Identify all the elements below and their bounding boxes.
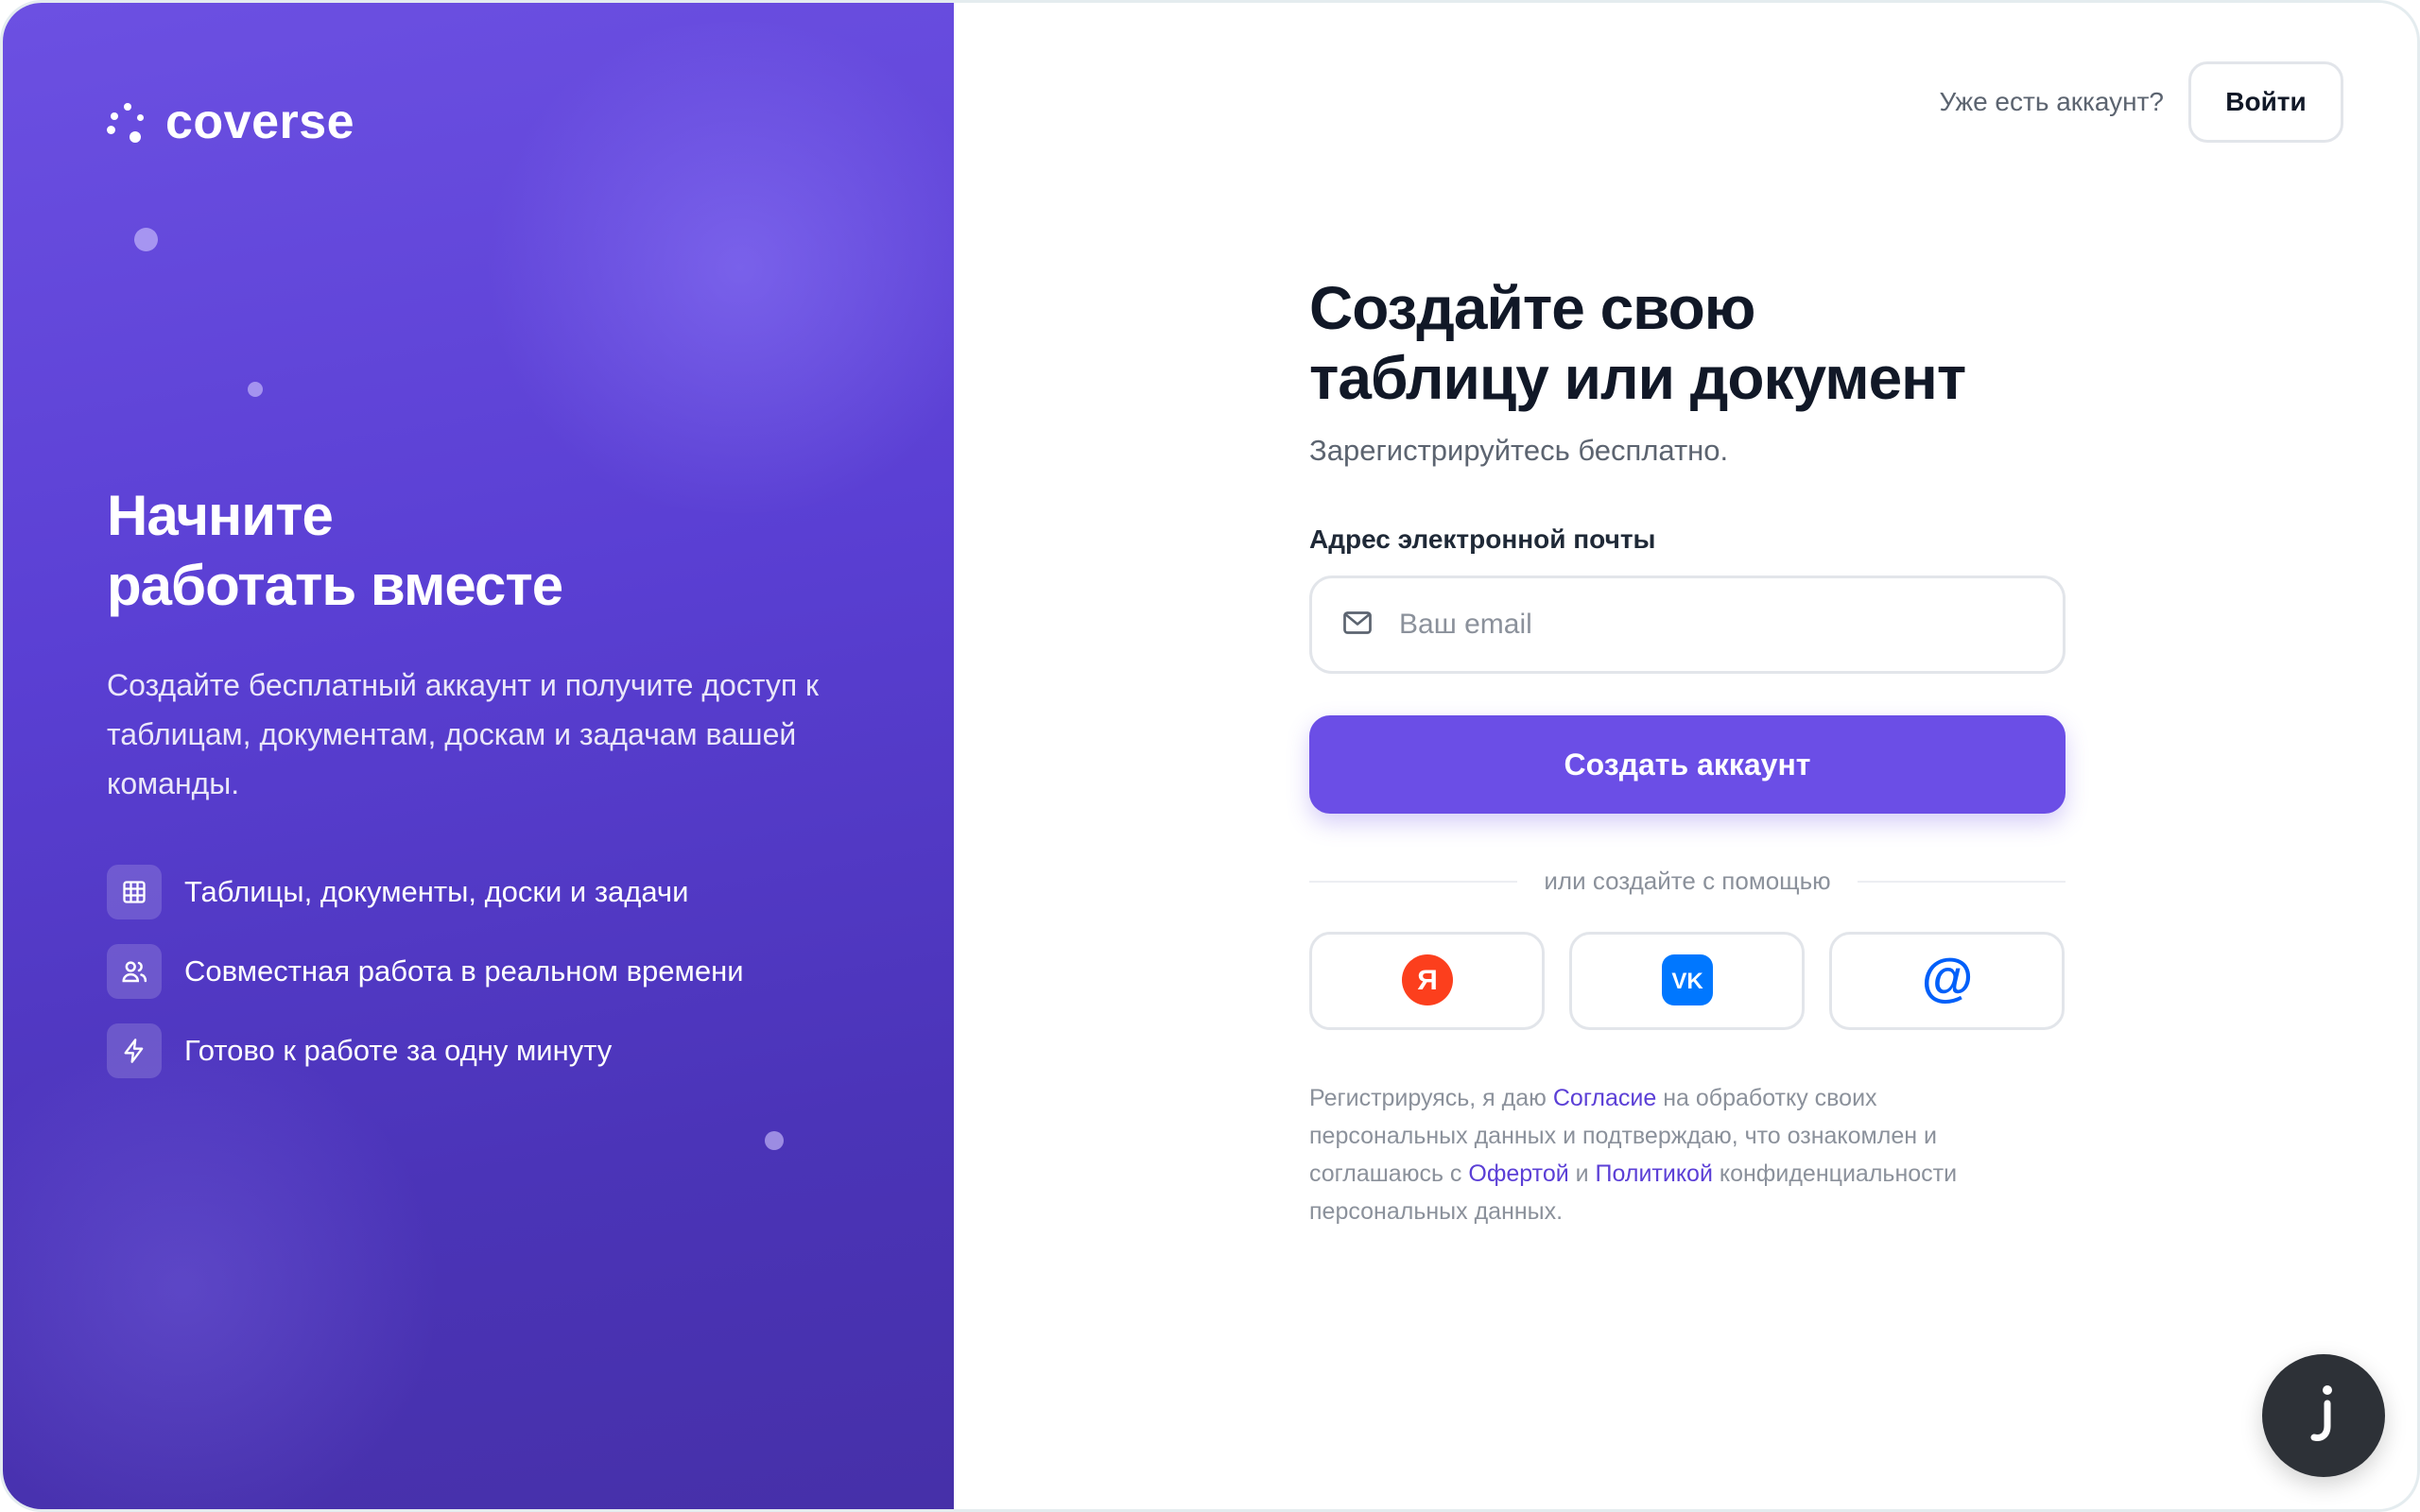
- promo-panel: coverse Начните работать вместе Создайте…: [3, 3, 954, 1509]
- decor-dot: [765, 1131, 784, 1150]
- background-glow: [438, 22, 954, 513]
- feature-item: Совместная работа в реальном времени: [107, 944, 744, 999]
- decor-dot: [134, 228, 158, 251]
- vk-icon: VK: [1661, 954, 1713, 1008]
- promo-description: Создайте бесплатный аккаунт и получите д…: [107, 668, 820, 800]
- mail-icon: [1340, 606, 1374, 644]
- feature-label: Совместная работа в реальном времени: [184, 954, 744, 988]
- divider-line: [1309, 880, 1518, 883]
- svg-text:Я: Я: [1417, 965, 1438, 996]
- svg-text:@: @: [1921, 952, 1973, 1006]
- yandex-login-button[interactable]: Я: [1309, 932, 1545, 1030]
- social-login-group: Я VK @: [1309, 932, 2066, 1030]
- table-icon: [107, 865, 162, 919]
- svg-text:VK: VK: [1671, 969, 1703, 994]
- chat-widget-button[interactable]: [2262, 1354, 2385, 1477]
- login-button[interactable]: Войти: [2188, 61, 2343, 143]
- app-window: coverse Начните работать вместе Создайте…: [0, 0, 2420, 1512]
- logo-icon: [107, 99, 148, 145]
- yandex-icon: Я: [1401, 954, 1453, 1008]
- create-account-button[interactable]: Создать аккаунт: [1309, 715, 2066, 814]
- feature-item: Готово к работе за одну минуту: [107, 1023, 744, 1078]
- feature-label: Готово к работе за одну минуту: [184, 1034, 613, 1067]
- decor-dot: [248, 382, 263, 397]
- mail-ru-login-button[interactable]: @: [1829, 932, 2065, 1030]
- brand-name: coverse: [165, 94, 355, 149]
- header-bar: Уже есть аккаунт? Войти: [1939, 61, 2343, 143]
- consent-link[interactable]: Согласие: [1553, 1085, 1656, 1111]
- offer-link[interactable]: Офертой: [1468, 1160, 1568, 1187]
- feature-label: Таблицы, документы, доски и задачи: [184, 875, 689, 908]
- signup-form: Создайте свою таблицу или документ Зарег…: [1309, 273, 2066, 1230]
- mail-ru-icon: @: [1919, 947, 1976, 1011]
- users-icon: [107, 944, 162, 999]
- policy-link[interactable]: Политикой: [1596, 1160, 1713, 1187]
- promo-title: Начните работать вместе: [107, 484, 563, 617]
- divider-line: [1857, 880, 2066, 883]
- have-account-text: Уже есть аккаунт?: [1939, 87, 2164, 116]
- email-field[interactable]: [1309, 576, 2066, 674]
- email-label: Адрес электронной почты: [1309, 524, 1656, 554]
- email-input[interactable]: [1399, 609, 2063, 641]
- brand-logo[interactable]: coverse: [107, 94, 354, 150]
- divider: или создайте с помощью: [1309, 867, 2066, 896]
- page-title: Создайте свою таблицу или документ: [1309, 274, 1966, 412]
- page-subtitle: Зарегистрируйтесь бесплатно.: [1309, 434, 1729, 467]
- divider-text: или создайте с помощью: [1544, 867, 1831, 895]
- chat-widget-icon: [2305, 1381, 2342, 1452]
- feature-item: Таблицы, документы, доски и задачи: [107, 865, 744, 919]
- lightning-icon: [107, 1023, 162, 1078]
- vk-login-button[interactable]: VK: [1569, 932, 1805, 1030]
- feature-list: Таблицы, документы, доски и задачи Совме…: [107, 865, 744, 1103]
- legal-text: Регистрируясь, я даю Согласие на обработ…: [1309, 1085, 1958, 1225]
